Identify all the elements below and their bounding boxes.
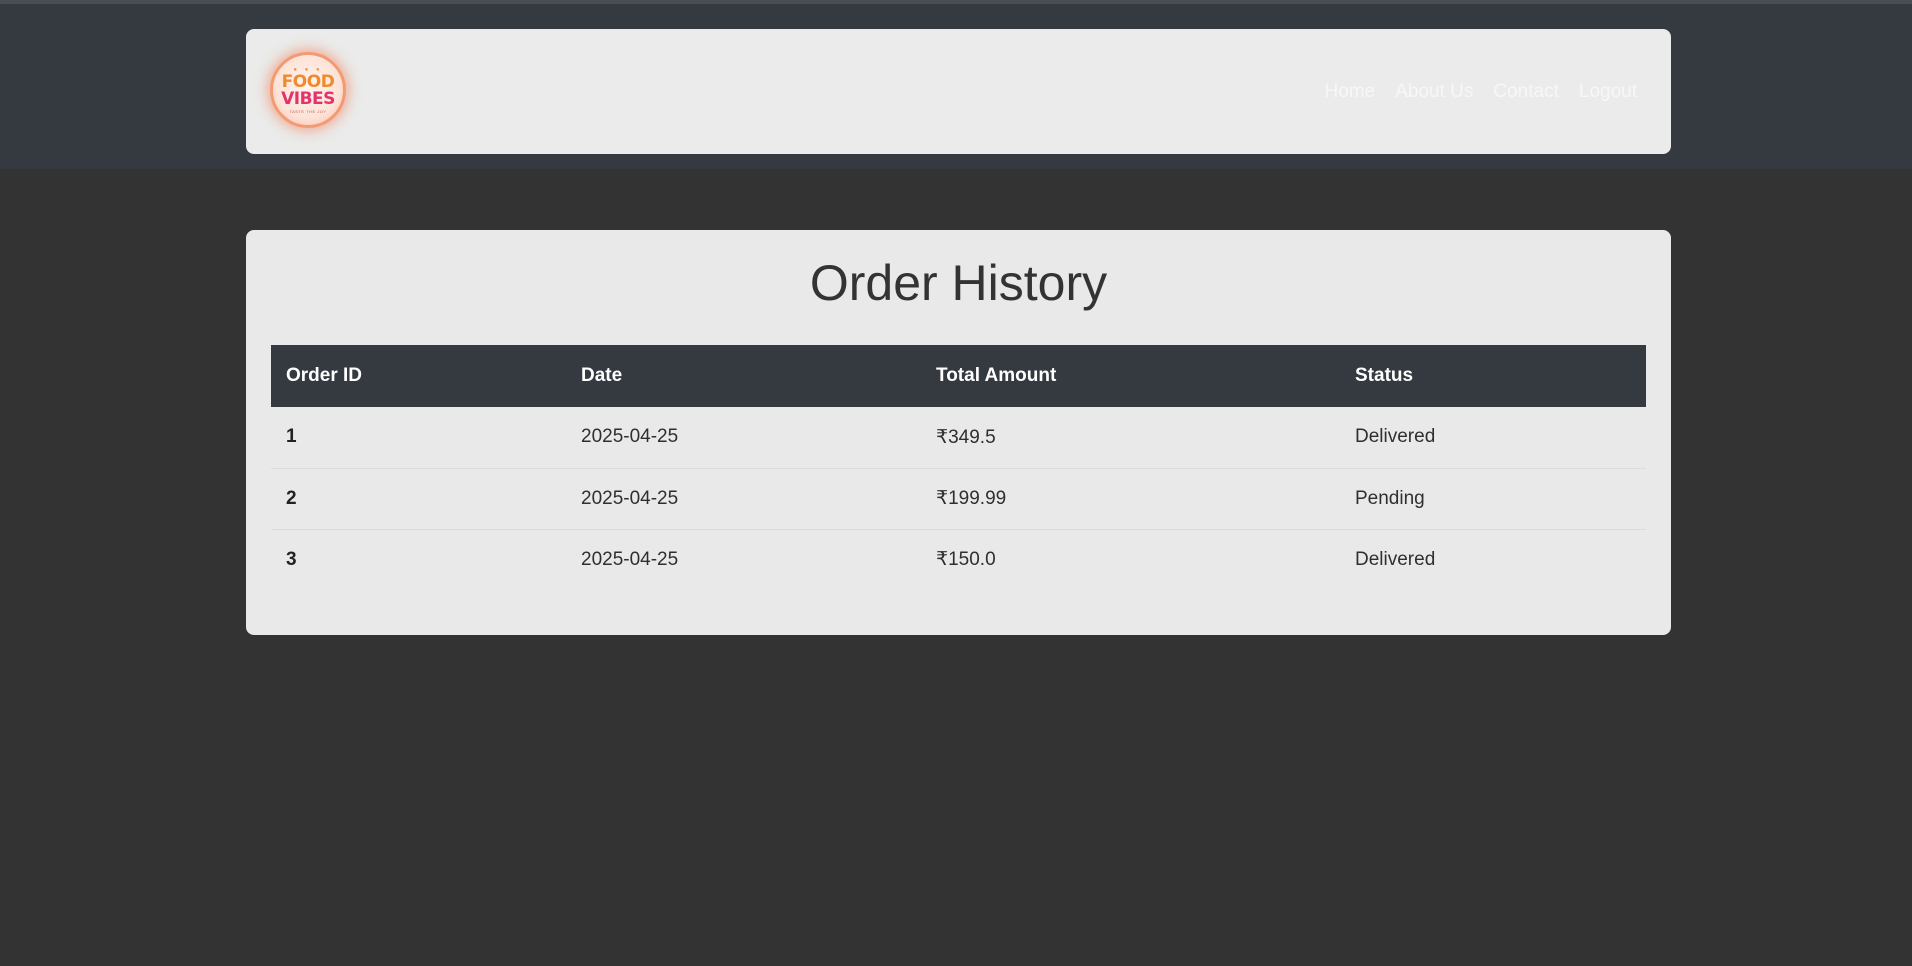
order-total-cell: ₹199.99 xyxy=(921,468,1340,530)
table-header-row: Order ID Date Total Amount Status xyxy=(271,345,1646,407)
order-id-cell: 1 xyxy=(271,407,566,469)
order-date-cell: 2025-04-25 xyxy=(581,548,679,570)
column-header-total-amount: Total Amount xyxy=(936,365,1057,386)
order-history-card: Order History Order ID Date Total Amount… xyxy=(246,230,1671,635)
food-vibes-logo[interactable]: ● ● ● FOOD VIBES TASTE THE JOY xyxy=(270,52,346,128)
order-date-cell: 2025-04-25 xyxy=(566,407,921,469)
page-title: Order History xyxy=(809,255,1108,311)
site-header: ● ● ● FOOD VIBES TASTE THE JOY Home Abou… xyxy=(0,4,1912,169)
order-status-cell: Delivered xyxy=(1355,548,1436,570)
nav-link-about-us[interactable]: About Us xyxy=(1395,81,1473,103)
order-status-cell: Delivered xyxy=(1340,407,1646,469)
table-row: 3 2025-04-25 ₹150.0 Delivered xyxy=(271,529,1646,590)
navbar: ● ● ● FOOD VIBES TASTE THE JOY Home Abou… xyxy=(246,29,1671,154)
order-status-cell: Pending xyxy=(1340,468,1646,530)
order-id-cell: 3 xyxy=(286,548,297,570)
orders-table: Order ID Date Total Amount Status 1 2025… xyxy=(271,345,1646,590)
logo-text-vibes: VIBES xyxy=(281,88,335,109)
nav-link-contact[interactable]: Contact xyxy=(1493,81,1558,103)
column-header-order-id: Order ID xyxy=(286,365,363,386)
nav-link-logout[interactable]: Logout xyxy=(1579,81,1637,103)
column-header-status: Status xyxy=(1355,365,1414,386)
nav-links: Home About Us Contact Logout xyxy=(1325,29,1637,154)
table-row: 2 2025-04-25 ₹199.99 Pending xyxy=(271,468,1646,530)
logo-text-food: FOOD xyxy=(281,71,335,92)
order-total-cell: ₹349.5 xyxy=(921,407,1340,469)
order-id-cell: 2 xyxy=(271,468,566,530)
order-total-cell: ₹150.0 xyxy=(936,549,996,571)
logo-tagline: TASTE THE JOY xyxy=(289,108,327,114)
order-date-cell: 2025-04-25 xyxy=(566,468,921,530)
column-header-date: Date xyxy=(581,365,623,386)
nav-link-home[interactable]: Home xyxy=(1325,81,1376,103)
table-row: 1 2025-04-25 ₹349.5 Delivered xyxy=(271,407,1646,469)
